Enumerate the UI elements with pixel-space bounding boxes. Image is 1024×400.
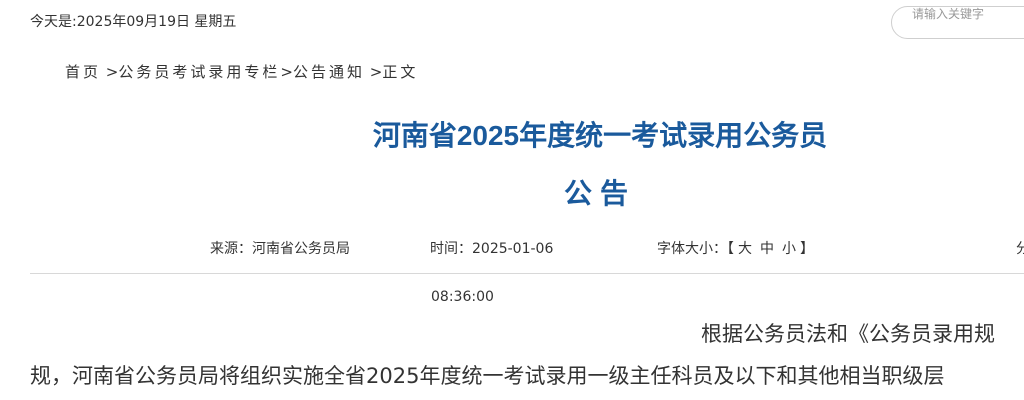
font-size-bracket-open: 【 <box>727 241 734 257</box>
article-time-clock: 08:36:00 <box>431 289 494 305</box>
divider <box>30 273 1024 274</box>
share-label: 分 <box>1016 241 1024 257</box>
article-body-line: 规，河南省公务员局将组织实施全省2025年度统一考试录用一级主任科员及以下和其他… <box>30 364 945 388</box>
page: 今天是:2025年09月19日 星期五 首页 >公务员考试录用专栏>公告通知 >… <box>0 0 1024 400</box>
breadcrumb-separator: > <box>364 63 383 81</box>
breadcrumb-current: 正文 <box>382 63 419 81</box>
breadcrumb-separator: > <box>280 63 293 81</box>
article-body-line: 根据公务员法和《公务员录用规 <box>701 322 995 346</box>
font-size-small-button[interactable]: 小 <box>778 241 800 257</box>
current-date: 今天是:2025年09月19日 星期五 <box>30 14 237 30</box>
article-time-label: 时间： <box>430 241 472 257</box>
font-size-label: 字体大小： <box>657 241 727 257</box>
article-time-date: 2025-01-06 <box>472 241 554 257</box>
article-title: 河南省2025年度统一考试录用公务员 <box>372 120 828 151</box>
breadcrumb-separator: > <box>101 63 119 81</box>
breadcrumb-home[interactable]: 首页 <box>65 63 101 81</box>
breadcrumb-announcements[interactable]: 公告通知 <box>293 63 365 81</box>
article-source: 来源：河南省公务员局 <box>210 241 350 257</box>
font-size-control: 字体大小：【大中小】 <box>657 238 814 258</box>
breadcrumb-civil-service-exam[interactable]: 公务员考试录用专栏 <box>118 63 280 81</box>
article-time: 时间：2025-01-06 <box>430 238 553 258</box>
search-input[interactable] <box>912 7 1024 21</box>
font-size-bracket-close: 】 <box>800 241 814 257</box>
search-box[interactable] <box>891 6 1024 39</box>
font-size-medium-button[interactable]: 中 <box>756 241 778 257</box>
article-title-line2: 公告 <box>563 178 636 209</box>
font-size-large-button[interactable]: 大 <box>734 241 756 257</box>
breadcrumb: 首页 >公务员考试录用专栏>公告通知 >正文 <box>65 61 418 82</box>
